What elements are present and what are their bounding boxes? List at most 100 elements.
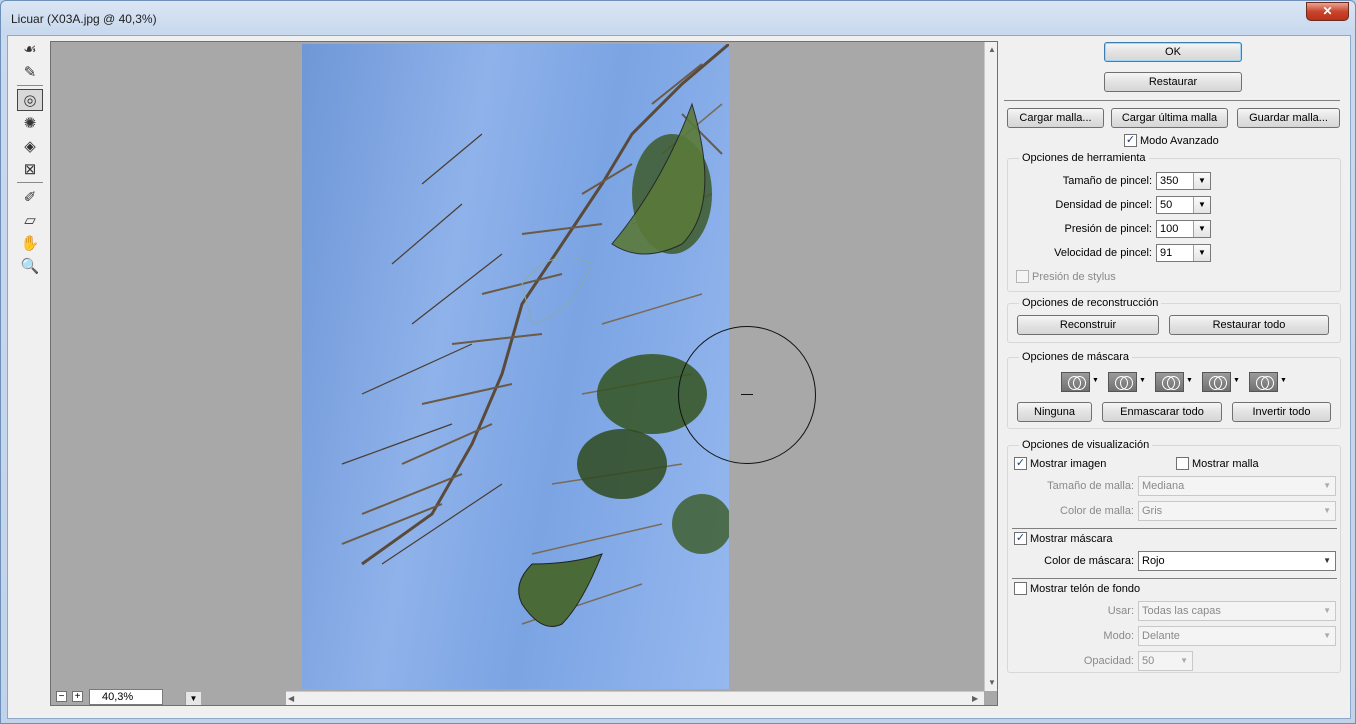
brush-size-field[interactable]: 350 ▼ (1156, 172, 1211, 190)
vertical-scrollbar[interactable]: ▲ ▼ (984, 42, 997, 691)
zoom-control: − + 40,3% ▼ (50, 688, 288, 706)
toolbar-separator (17, 182, 43, 183)
zoom-icon[interactable]: 🔍 (17, 255, 43, 277)
save-mesh-button[interactable]: Guardar malla... (1237, 108, 1340, 128)
zoom-value: 40,3% (102, 691, 134, 703)
tool-options-group: Opciones de herramienta Tamaño de pincel… (1007, 152, 1341, 292)
bloat-icon[interactable]: ◈ (17, 135, 43, 157)
window-title: Licuar (X03A.jpg @ 40,3%) (11, 12, 157, 26)
options-panel: OK Restaurar Cargar malla... Cargar últi… (1004, 36, 1346, 720)
dropdown-arrow-icon[interactable]: ▼ (1193, 221, 1210, 237)
dropdown-arrow-icon[interactable]: ▼ (1193, 197, 1210, 213)
restore-all-button[interactable]: Restaurar todo (1169, 315, 1329, 335)
show-mask-checkbox[interactable]: ✓ Mostrar máscara (1014, 532, 1113, 545)
zoom-dropdown-icon[interactable]: ▼ (185, 692, 201, 705)
close-button[interactable]: ✕ (1306, 2, 1349, 21)
mask-add-icon[interactable]: ▼ (1108, 372, 1146, 392)
brush-rate-field[interactable]: 91 ▼ (1156, 244, 1211, 262)
opacity-label: Opacidad: (1083, 655, 1134, 667)
checkbox-box (1016, 270, 1029, 283)
brush-crosshair (741, 394, 753, 395)
load-mesh-button[interactable]: Cargar malla... (1007, 108, 1104, 128)
reconstruct-button[interactable]: Reconstruir (1017, 315, 1159, 335)
show-mesh-label: Mostrar malla (1192, 457, 1259, 470)
chevron-down-icon: ▼ (1323, 556, 1331, 565)
mask-color-value: Rojo (1142, 555, 1165, 567)
dropdown-arrow-icon[interactable]: ▼ (1193, 245, 1210, 261)
mask-color-label: Color de máscara: (1044, 555, 1134, 567)
mesh-color-select[interactable]: Gris ▼ (1138, 501, 1336, 521)
freeze-mask-icon[interactable]: ✐ (17, 186, 43, 208)
check-icon: ✓ (1124, 134, 1137, 147)
reconstruct-icon[interactable]: ✎ (17, 61, 43, 83)
scroll-down-icon[interactable]: ▼ (988, 678, 996, 687)
brush-pressure-field[interactable]: 100 ▼ (1156, 220, 1211, 238)
advanced-mode-checkbox[interactable]: ✓ Modo Avanzado (1124, 134, 1219, 147)
divider (1012, 578, 1337, 579)
dialog-body: ☙ ✎ ◎ ✺ ◈ ⊠ ✐ ▱ ✋ 🔍 ▲ ▼ ◀ ▶ − + 40,3% ▼ … (7, 35, 1351, 719)
mesh-color-value: Gris (1142, 505, 1163, 517)
tool-strip: ☙ ✎ ◎ ✺ ◈ ⊠ ✐ ▱ ✋ 🔍 (14, 38, 46, 278)
push-left-icon[interactable]: ⊠ (17, 158, 43, 180)
scroll-up-icon[interactable]: ▲ (988, 45, 996, 54)
chevron-down-icon: ▼ (1323, 506, 1331, 515)
mesh-size-select[interactable]: Mediana ▼ (1138, 476, 1336, 496)
restore-button[interactable]: Restaurar (1104, 72, 1242, 92)
opacity-field[interactable]: 50 ▼ (1138, 651, 1193, 671)
twirl-icon[interactable]: ◎ (17, 89, 43, 111)
mask-replace-icon[interactable]: ▼ (1061, 372, 1099, 392)
title-bar[interactable]: Licuar (X03A.jpg @ 40,3%) ✕ (1, 1, 1355, 35)
tool-options-title: Opciones de herramienta (1019, 152, 1149, 164)
checkbox-box (1014, 582, 1027, 595)
thaw-mask-icon[interactable]: ▱ (17, 209, 43, 231)
advanced-mode-label: Modo Avanzado (1140, 134, 1219, 147)
chevron-down-icon: ▼ (1180, 656, 1188, 665)
show-mesh-checkbox[interactable]: Mostrar malla (1176, 457, 1259, 470)
mask-intersect-icon[interactable]: ▼ (1202, 372, 1240, 392)
zoom-field[interactable]: 40,3% ▼ (89, 689, 201, 705)
checkbox-box (1176, 457, 1189, 470)
show-backdrop-label: Mostrar telón de fondo (1030, 582, 1141, 595)
view-options-group: Opciones de visualización ✓ Mostrar imag… (1007, 439, 1341, 673)
pucker-icon[interactable]: ✺ (17, 112, 43, 134)
mask-all-button[interactable]: Enmascarar todo (1102, 402, 1222, 422)
dropdown-arrow-icon[interactable]: ▼ (1193, 173, 1210, 189)
divider (1004, 100, 1340, 101)
view-options-title: Opciones de visualización (1019, 439, 1153, 451)
mask-color-select[interactable]: Rojo ▼ (1138, 551, 1336, 571)
chevron-down-icon: ▼ (1323, 481, 1331, 490)
stylus-pressure-checkbox[interactable]: Presión de stylus (1016, 270, 1116, 283)
brush-cursor (678, 326, 816, 464)
stylus-pressure-label: Presión de stylus (1032, 270, 1116, 283)
scroll-right-icon[interactable]: ▶ (972, 694, 978, 703)
reconstruct-options-group: Opciones de reconstrucción Reconstruir R… (1007, 297, 1341, 343)
liquify-dialog: Licuar (X03A.jpg @ 40,3%) ✕ ☙ ✎ ◎ ✺ ◈ ⊠ ✐ ▱ ✋ 🔍 (0, 0, 1356, 724)
invert-all-button[interactable]: Invertir todo (1232, 402, 1331, 422)
image-preview[interactable] (302, 44, 729, 689)
mask-none-button[interactable]: Ninguna (1017, 402, 1092, 422)
use-select[interactable]: Todas las capas ▼ (1138, 601, 1336, 621)
show-backdrop-checkbox[interactable]: Mostrar telón de fondo (1014, 582, 1140, 595)
forward-warp-icon[interactable]: ☙ (17, 38, 43, 60)
chevron-down-icon: ▼ (1323, 606, 1331, 615)
show-image-checkbox[interactable]: ✓ Mostrar imagen (1014, 457, 1106, 470)
mode-select[interactable]: Delante ▼ (1138, 626, 1336, 646)
mask-invert-icon[interactable]: ▼ (1249, 372, 1287, 392)
mesh-size-label: Tamaño de malla: (1047, 480, 1134, 492)
hand-icon[interactable]: ✋ (17, 232, 43, 254)
check-icon: ✓ (1014, 532, 1027, 545)
scroll-left-icon[interactable]: ◀ (288, 694, 294, 703)
brush-rate-value: 91 (1160, 247, 1173, 259)
ok-button[interactable]: OK (1104, 42, 1242, 62)
horizontal-scrollbar[interactable]: ◀ ▶ (286, 691, 984, 705)
mask-subtract-icon[interactable]: ▼ (1155, 372, 1193, 392)
load-last-mesh-button[interactable]: Cargar última malla (1111, 108, 1228, 128)
zoom-in-button[interactable]: + (72, 691, 83, 702)
brush-density-field[interactable]: 50 ▼ (1156, 196, 1211, 214)
preview-area[interactable]: ▲ ▼ ◀ ▶ (50, 41, 998, 706)
use-label: Usar: (1107, 605, 1134, 617)
zoom-out-button[interactable]: − (56, 691, 67, 702)
brush-size-label: Tamaño de pincel: (1062, 175, 1152, 187)
brush-size-value: 350 (1160, 175, 1179, 187)
mode-value: Delante (1142, 630, 1180, 642)
